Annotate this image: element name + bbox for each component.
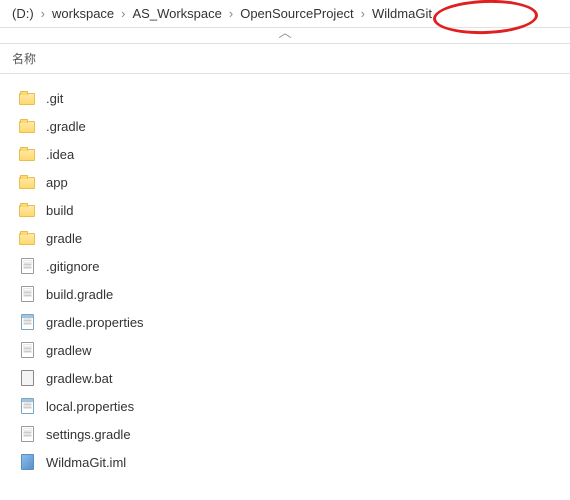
file-row[interactable]: gradlew.bat — [6, 364, 564, 392]
file-row[interactable]: build.gradle — [6, 280, 564, 308]
file-row[interactable]: app — [6, 168, 564, 196]
file-row[interactable]: gradle — [6, 224, 564, 252]
file-name: gradlew.bat — [46, 371, 113, 386]
breadcrumb: (D:) › workspace › AS_Workspace › OpenSo… — [0, 0, 570, 28]
breadcrumb-item-workspace[interactable]: workspace — [48, 4, 118, 23]
folder-icon — [18, 117, 36, 135]
file-icon — [18, 369, 36, 387]
file-name: .git — [46, 91, 63, 106]
file-icon — [18, 313, 36, 331]
file-icon — [18, 341, 36, 359]
file-list: .git .gradle .idea app build gradle .gitignore… — [0, 74, 570, 486]
file-icon — [18, 453, 36, 471]
file-row[interactable]: gradle.properties — [6, 308, 564, 336]
file-name: gradle — [46, 231, 82, 246]
file-name: local.properties — [46, 399, 134, 414]
file-name: gradle.properties — [46, 315, 144, 330]
folder-icon — [18, 173, 36, 191]
file-row[interactable]: .gitignore — [6, 252, 564, 280]
file-icon — [18, 285, 36, 303]
chevron-right-icon[interactable]: › — [361, 6, 365, 21]
file-row[interactable]: build — [6, 196, 564, 224]
file-name: gradlew — [46, 343, 92, 358]
file-name: build.gradle — [46, 287, 113, 302]
breadcrumb-item-opensource[interactable]: OpenSourceProject — [236, 4, 357, 23]
file-row[interactable]: settings.gradle — [6, 420, 564, 448]
file-name: .gradle — [46, 119, 86, 134]
file-icon — [18, 257, 36, 275]
file-name: WildmaGit.iml — [46, 455, 126, 470]
folder-icon — [18, 89, 36, 107]
folder-icon — [18, 201, 36, 219]
breadcrumb-item-wildmagit[interactable]: WildmaGit — [368, 4, 436, 23]
collapse-ribbon-toggle[interactable]: ︿ — [0, 28, 570, 44]
file-icon — [18, 397, 36, 415]
file-name: app — [46, 175, 68, 190]
file-row[interactable]: WildmaGit.iml — [6, 448, 564, 476]
file-name: settings.gradle — [46, 427, 131, 442]
chevron-right-icon[interactable]: › — [121, 6, 125, 21]
breadcrumb-item-drive[interactable]: (D:) — [8, 4, 38, 23]
file-icon — [18, 425, 36, 443]
folder-icon — [18, 229, 36, 247]
file-name: .idea — [46, 147, 74, 162]
file-name: build — [46, 203, 73, 218]
file-row[interactable]: gradlew — [6, 336, 564, 364]
file-row[interactable]: .idea — [6, 140, 564, 168]
chevron-right-icon[interactable]: › — [229, 6, 233, 21]
column-header-name[interactable]: 名称 — [0, 44, 570, 74]
file-row[interactable]: .gradle — [6, 112, 564, 140]
file-name: .gitignore — [46, 259, 99, 274]
chevron-up-icon: ︿ — [278, 25, 291, 40]
chevron-right-icon[interactable]: › — [41, 6, 45, 21]
folder-icon — [18, 145, 36, 163]
breadcrumb-item-asworkspace[interactable]: AS_Workspace — [129, 4, 226, 23]
file-row[interactable]: .git — [6, 84, 564, 112]
file-row[interactable]: local.properties — [6, 392, 564, 420]
